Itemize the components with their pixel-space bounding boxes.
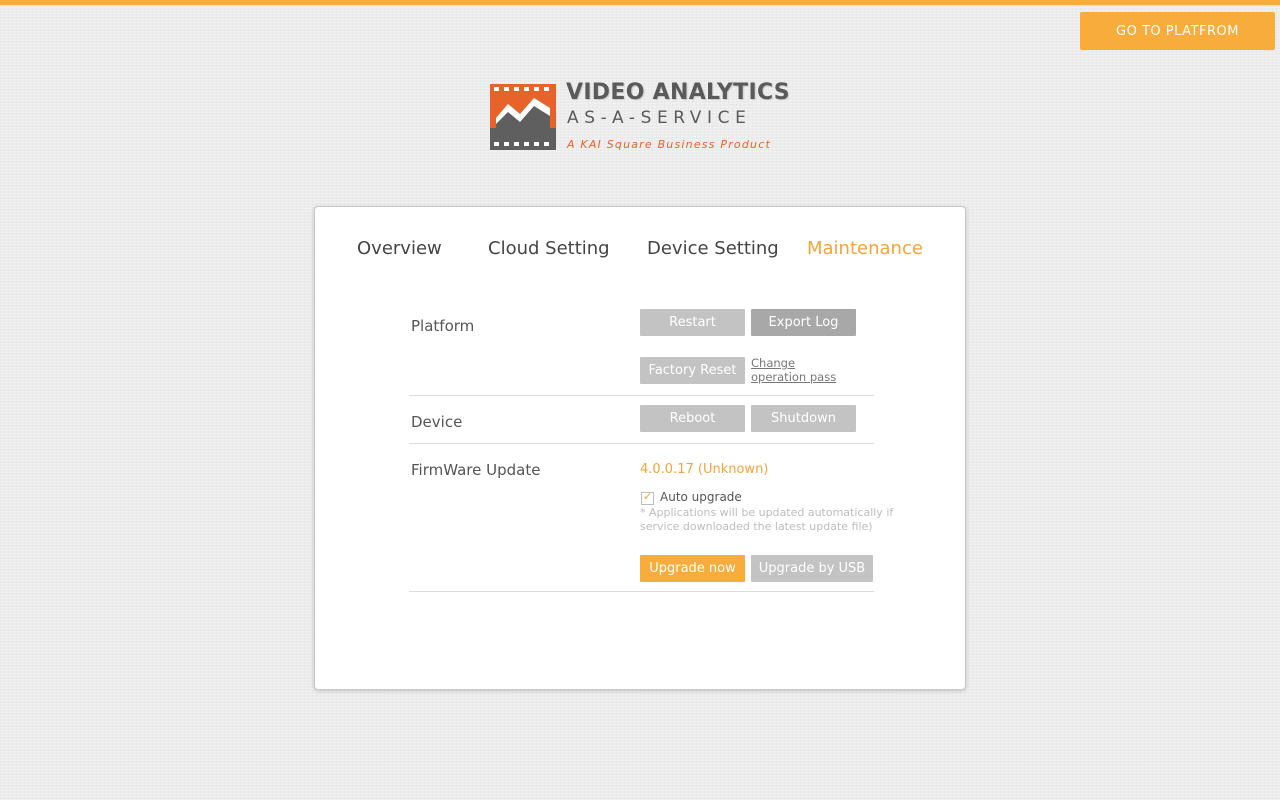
restart-button[interactable]: Restart: [640, 309, 745, 336]
tab-overview[interactable]: Overview: [357, 238, 442, 259]
export-log-button[interactable]: Export Log: [751, 309, 856, 336]
section-divider: [409, 443, 874, 444]
logo-subtitle: AS-A-SERVICE: [567, 108, 752, 128]
top-accent-bar: [0, 0, 1280, 5]
platform-label: Platform: [411, 317, 475, 335]
device-label: Device: [411, 413, 463, 431]
film-chart-icon: [490, 84, 556, 150]
firmware-update-label: FirmWare Update: [411, 461, 541, 479]
auto-upgrade-note: * Applications will be updated automatic…: [640, 506, 894, 533]
check-icon: ✓: [643, 490, 653, 503]
shutdown-button[interactable]: Shutdown: [751, 405, 856, 432]
logo-tagline: A KAI Square Business Product: [567, 138, 771, 151]
firmware-version: 4.0.0.17 (Unknown): [640, 462, 769, 477]
settings-card: Overview Cloud Setting Device Setting Ma…: [314, 206, 966, 690]
auto-upgrade-label: Auto upgrade: [660, 490, 742, 504]
tab-cloud-setting[interactable]: Cloud Setting: [488, 238, 610, 259]
upgrade-now-button[interactable]: Upgrade now: [640, 555, 745, 582]
upgrade-by-usb-button[interactable]: Upgrade by USB: [751, 555, 873, 582]
auto-upgrade-checkbox[interactable]: ✓: [641, 490, 654, 505]
section-divider: [409, 591, 874, 592]
change-operation-pass-link[interactable]: Change operation pass: [751, 356, 851, 384]
section-divider: [409, 395, 874, 396]
factory-reset-button[interactable]: Factory Reset: [640, 357, 745, 384]
reboot-button[interactable]: Reboot: [640, 405, 745, 432]
tab-device-setting[interactable]: Device Setting: [647, 238, 779, 259]
tab-maintenance[interactable]: Maintenance: [807, 238, 923, 259]
go-to-platform-button[interactable]: GO TO PLATFROM: [1080, 12, 1275, 50]
logo: VIDEO ANALYTICS AS-A-SERVICE A KAI Squar…: [488, 80, 798, 155]
logo-title: VIDEO ANALYTICS: [566, 80, 790, 105]
